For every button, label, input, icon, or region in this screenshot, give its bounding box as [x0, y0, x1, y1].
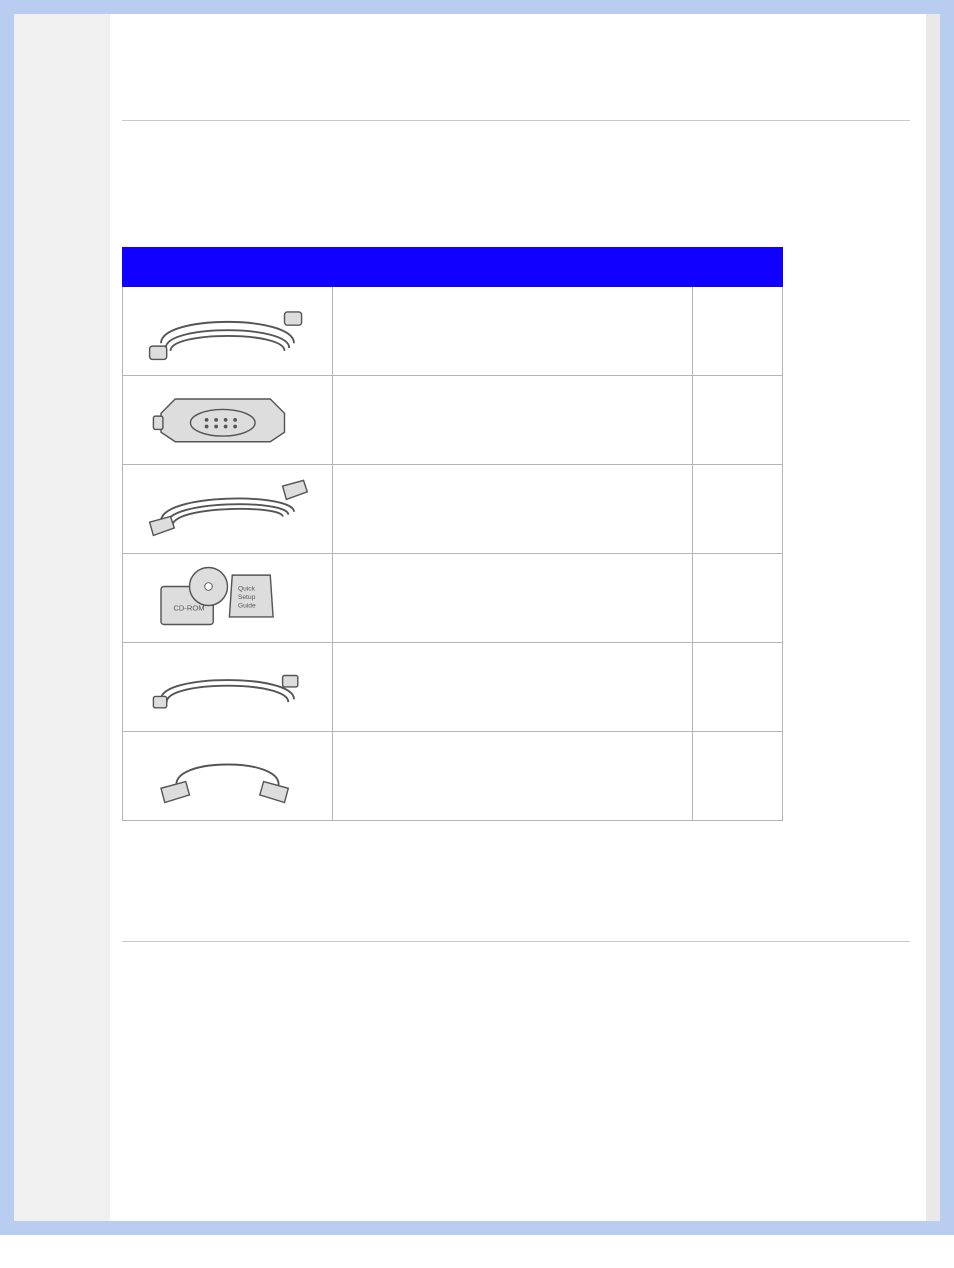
items-table: CD-ROM Quick Setup Guide	[122, 247, 783, 821]
item-description	[333, 643, 693, 732]
item-image-signal-cable	[123, 465, 333, 554]
item-image-thin-cable	[123, 643, 333, 732]
adapter-icon	[127, 380, 328, 456]
content-area: CD-ROM Quick Setup Guide	[110, 14, 940, 1221]
item-description	[333, 732, 693, 821]
item-quantity	[693, 643, 783, 732]
table-row	[123, 287, 783, 376]
svg-text:Setup: Setup	[238, 594, 256, 601]
item-description	[333, 554, 693, 643]
cable-icon	[127, 291, 328, 367]
item-quantity	[693, 465, 783, 554]
bottom-spacer	[122, 968, 910, 1268]
table-row	[123, 643, 783, 732]
svg-text:CD-ROM: CD-ROM	[173, 603, 204, 612]
scrollbar-gutter	[926, 14, 940, 1221]
item-image-cd-docs: CD-ROM Quick Setup Guide	[123, 554, 333, 643]
page-frame: CD-ROM Quick Setup Guide	[0, 0, 954, 1235]
header-description	[333, 248, 693, 287]
post-table-spacer	[122, 821, 910, 911]
loop-cable-icon	[127, 736, 328, 812]
header-image	[123, 248, 333, 287]
item-image-loop-cable	[123, 732, 333, 821]
table-header-row	[123, 248, 783, 287]
table-row: CD-ROM Quick Setup Guide	[123, 554, 783, 643]
table-row	[123, 465, 783, 554]
signal-cable-icon	[127, 469, 328, 545]
section-divider-top	[122, 120, 910, 121]
svg-text:Guide: Guide	[238, 602, 256, 609]
mid-spacer	[122, 147, 910, 247]
cd-docs-icon: CD-ROM Quick Setup Guide	[127, 558, 328, 634]
item-description	[333, 465, 693, 554]
item-description	[333, 287, 693, 376]
section-divider-bottom	[122, 941, 910, 942]
item-quantity	[693, 287, 783, 376]
thin-cable-icon	[127, 647, 328, 723]
item-description	[333, 376, 693, 465]
item-image-cable-1	[123, 287, 333, 376]
table-row	[123, 376, 783, 465]
left-gutter	[14, 14, 110, 1221]
item-image-adapter	[123, 376, 333, 465]
top-spacer	[122, 44, 910, 90]
page-body: CD-ROM Quick Setup Guide	[14, 14, 940, 1221]
header-quantity	[693, 248, 783, 287]
table-row	[123, 732, 783, 821]
item-quantity	[693, 554, 783, 643]
svg-text:Quick: Quick	[238, 585, 256, 592]
item-quantity	[693, 376, 783, 465]
item-quantity	[693, 732, 783, 821]
